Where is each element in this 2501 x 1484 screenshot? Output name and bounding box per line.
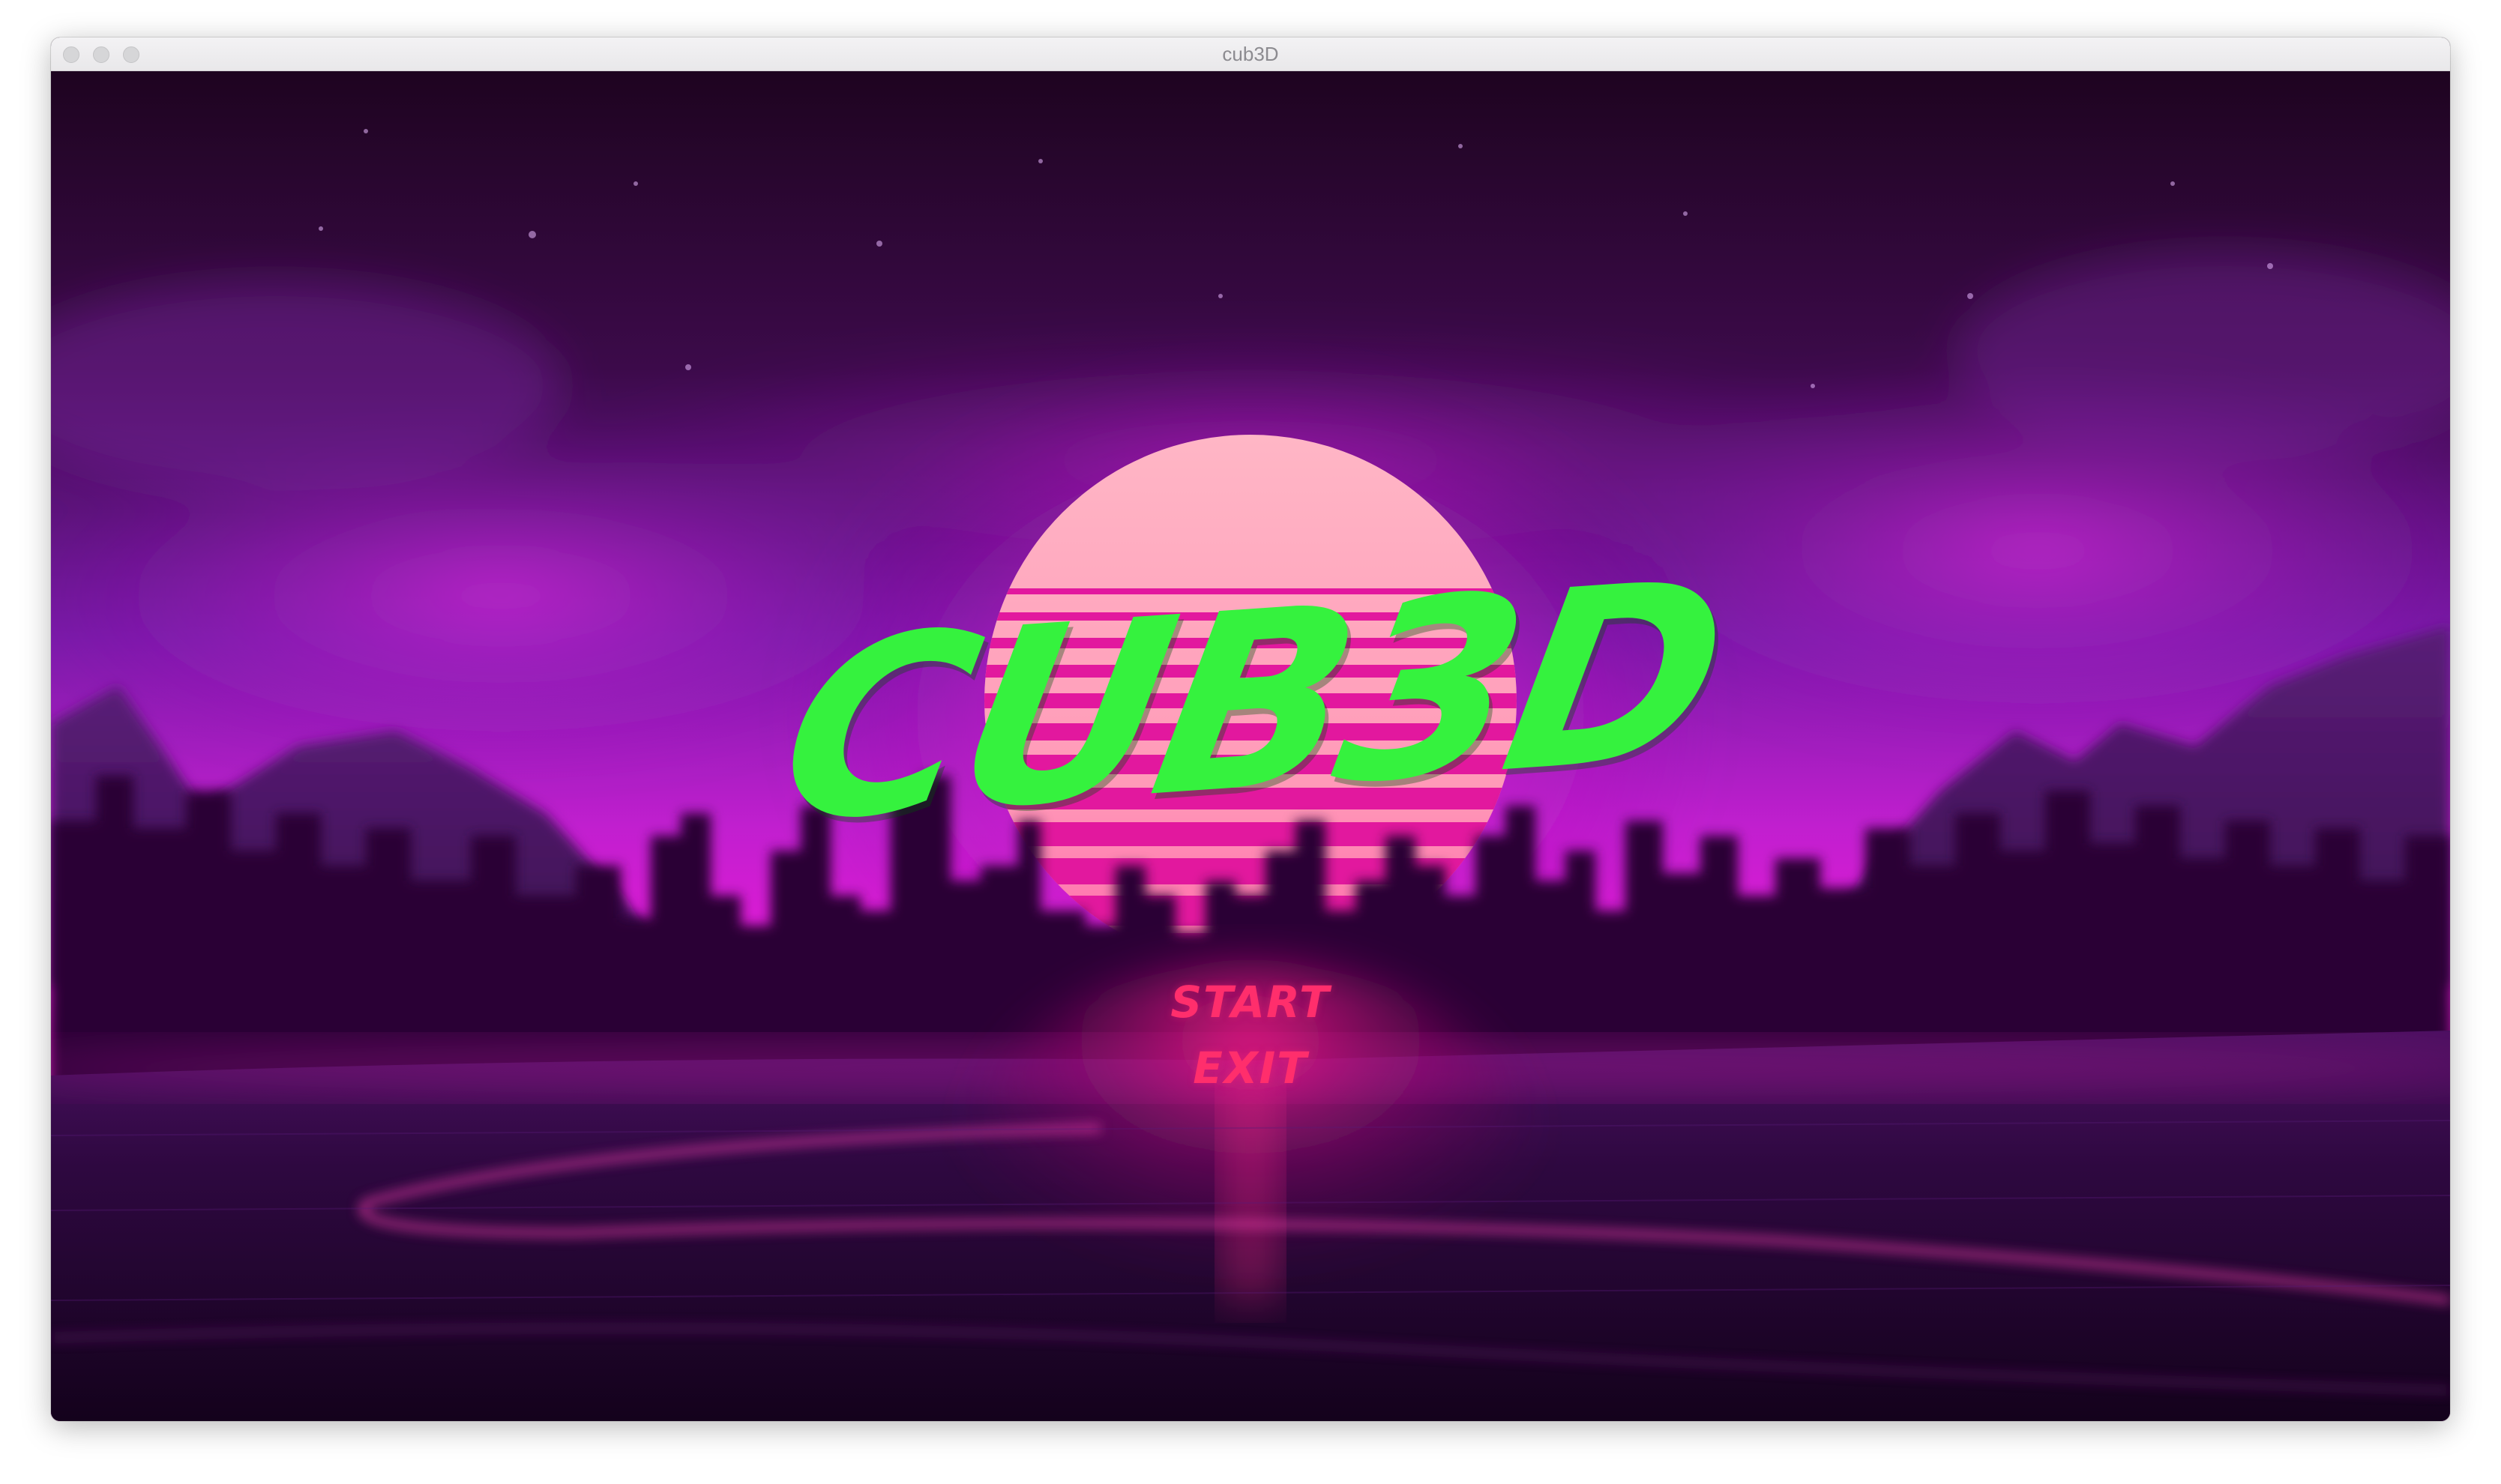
exit-button[interactable]: EXIT <box>51 1043 2450 1094</box>
window-title: cub3D <box>1222 43 1279 65</box>
game-window: cub3D CUB3D START EXIT <box>51 37 2450 1421</box>
title-bar[interactable]: cub3D <box>51 37 2450 71</box>
start-button[interactable]: START <box>51 977 2450 1028</box>
menu-background: CUB3D START EXIT <box>51 71 2450 1421</box>
